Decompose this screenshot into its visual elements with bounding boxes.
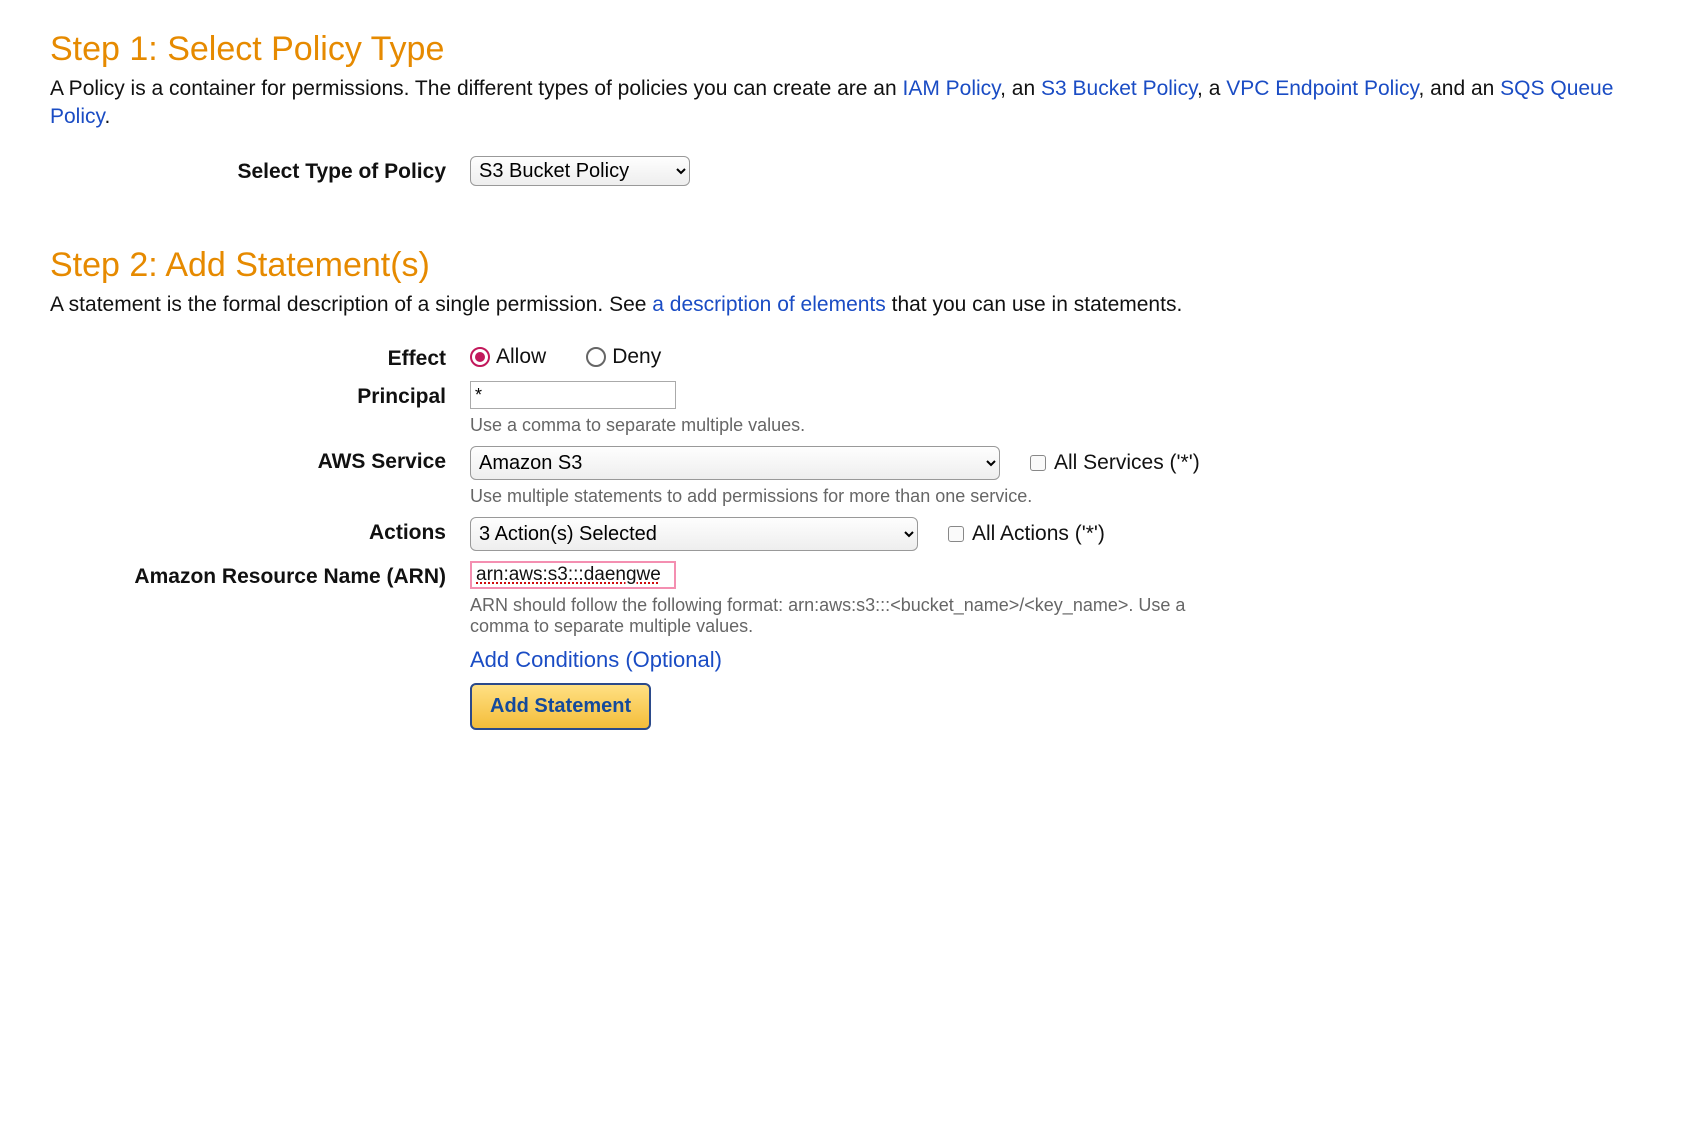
aws-service-row: AWS Service Amazon S3 All Services ('*')… (50, 446, 1644, 507)
principal-row: Principal Use a comma to separate multip… (50, 381, 1644, 436)
actions-select[interactable]: 3 Action(s) Selected (470, 517, 918, 551)
step1-desc-text: A Policy is a container for permissions.… (50, 77, 903, 100)
sep: , and an (1418, 77, 1500, 100)
arn-row: Amazon Resource Name (ARN) ARN should fo… (50, 561, 1644, 637)
actions-row: Actions 3 Action(s) Selected All Actions… (50, 517, 1644, 551)
sep: , a (1197, 77, 1226, 100)
aws-service-select[interactable]: Amazon S3 (470, 446, 1000, 480)
checkbox-icon (1030, 455, 1046, 471)
arn-input[interactable] (470, 561, 676, 589)
select-policy-type-label: Select Type of Policy (50, 156, 470, 184)
effect-radio-group: Allow Deny (470, 343, 1644, 369)
conditions-row: Add Conditions (Optional) (50, 647, 1644, 673)
effect-deny-label: Deny (612, 345, 661, 369)
aws-service-hint: Use multiple statements to add permissio… (470, 486, 1644, 507)
step1-title: Step 1: Select Policy Type (50, 30, 1644, 69)
step2-desc-suffix: that you can use in statements. (892, 293, 1183, 316)
description-of-elements-link[interactable]: a description of elements (652, 293, 885, 316)
add-statement-row: Add Statement (50, 683, 1644, 730)
add-statement-button[interactable]: Add Statement (470, 683, 651, 730)
effect-allow-label: Allow (496, 345, 546, 369)
effect-row: Effect Allow Deny (50, 343, 1644, 371)
principal-hint: Use a comma to separate multiple values. (470, 415, 1644, 436)
principal-label: Principal (50, 381, 470, 409)
step2-desc-text: A statement is the formal description of… (50, 293, 652, 316)
arn-hint: ARN should follow the following format: … (470, 595, 1210, 637)
all-actions-label: All Actions ('*') (972, 522, 1105, 546)
radio-unchecked-icon (586, 347, 606, 367)
all-actions-option[interactable]: All Actions ('*') (948, 522, 1105, 546)
all-services-option[interactable]: All Services ('*') (1030, 451, 1200, 475)
sep: , an (1000, 77, 1041, 100)
aws-service-label: AWS Service (50, 446, 470, 474)
actions-label: Actions (50, 517, 470, 545)
effect-label: Effect (50, 343, 470, 371)
select-policy-type-row: Select Type of Policy S3 Bucket Policy (50, 156, 1644, 186)
radio-checked-icon (470, 347, 490, 367)
effect-allow-option[interactable]: Allow (470, 345, 546, 369)
step2-title: Step 2: Add Statement(s) (50, 246, 1644, 285)
arn-label: Amazon Resource Name (ARN) (50, 561, 470, 589)
iam-policy-link[interactable]: IAM Policy (903, 77, 1001, 100)
vpc-endpoint-policy-link[interactable]: VPC Endpoint Policy (1226, 77, 1418, 100)
all-services-label: All Services ('*') (1054, 451, 1200, 475)
principal-input[interactable] (470, 381, 676, 409)
step1-description: A Policy is a container for permissions.… (50, 75, 1644, 132)
checkbox-icon (948, 526, 964, 542)
effect-deny-option[interactable]: Deny (586, 345, 661, 369)
step2-description: A statement is the formal description of… (50, 291, 1644, 319)
sep: . (104, 105, 110, 128)
policy-type-select[interactable]: S3 Bucket Policy (470, 156, 690, 186)
add-conditions-link[interactable]: Add Conditions (Optional) (470, 647, 722, 672)
s3-bucket-policy-link[interactable]: S3 Bucket Policy (1041, 77, 1197, 100)
